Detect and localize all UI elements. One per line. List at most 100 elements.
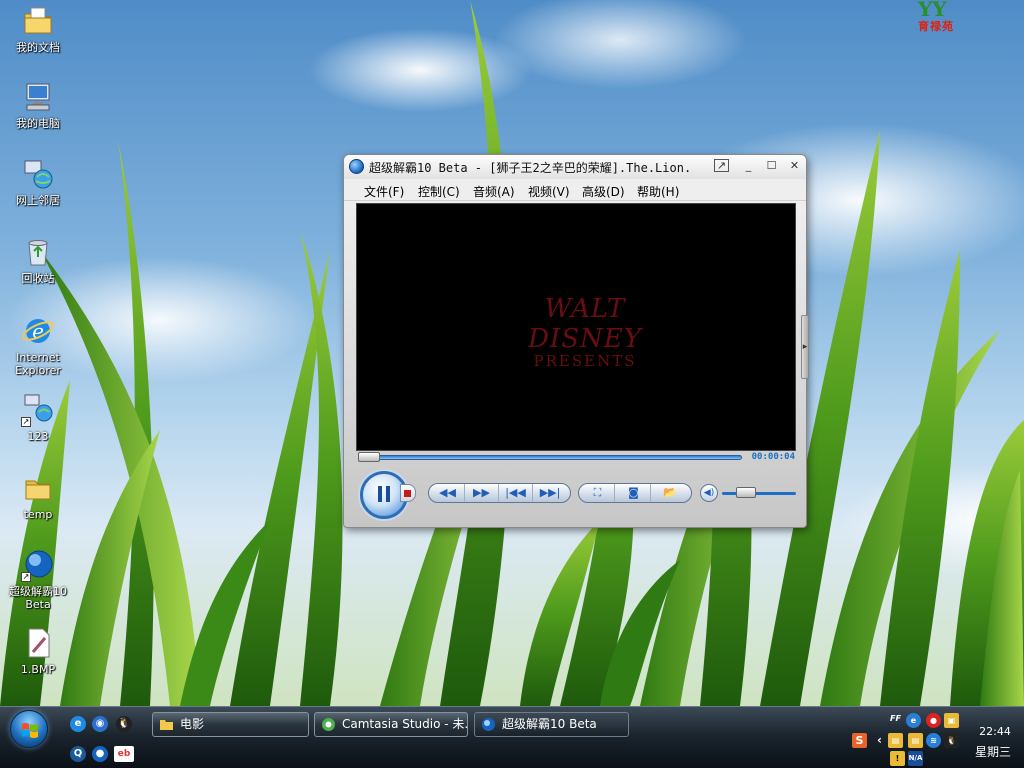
menu-video[interactable]: 视频(V) — [528, 183, 570, 200]
ff-tray-icon[interactable]: FF — [888, 711, 903, 726]
browser-tray-icon[interactable]: e — [906, 713, 921, 728]
menu-audio[interactable]: 音频(A) — [473, 183, 515, 200]
media-quicklaunch-icon[interactable]: ◉ — [92, 716, 108, 732]
tools-group: ⛶ ◙ 📂 — [578, 483, 692, 503]
seek-track[interactable] — [358, 455, 742, 460]
task-button-superplayer[interactable]: 超级解霸10 Beta — [474, 712, 629, 737]
desktop-icon-bmp[interactable]: 1.BMP — [0, 626, 76, 676]
video-text-line2: PRESENTS — [533, 352, 637, 370]
desktop-icon-label: 123 — [27, 430, 49, 443]
recycle-bin-icon — [21, 235, 55, 269]
player-window: 超级解霸10 Beta - [狮子王2之辛巴的荣耀].The.Lion. ↗ _… — [343, 154, 809, 528]
desktop-icon-label: 网上邻居 — [16, 194, 60, 207]
desktop-icon-label: 超级解霸10 Beta — [9, 585, 67, 611]
clock-day[interactable]: 星期三 — [968, 743, 1018, 760]
qq-penguin-icon[interactable]: 🐧 — [116, 716, 132, 732]
menu-help[interactable]: 帮助(H) — [637, 183, 679, 200]
folder-icon — [159, 717, 174, 732]
start-button[interactable] — [10, 710, 48, 748]
desktop-icon-label: 我的文档 — [16, 41, 60, 54]
transport-group: ◀◀ ▶▶ |◀◀ ▶▶| — [428, 483, 571, 503]
title-bar[interactable]: 超级解霸10 Beta - [狮子王2之辛巴的荣耀].The.Lion. ↗ _… — [344, 155, 806, 179]
task-label: Camtasia Studio - 未... — [342, 717, 468, 731]
window-title: 超级解霸10 Beta - [狮子王2之辛巴的荣耀].The.Lion. — [369, 161, 692, 175]
qq-tray-icon[interactable]: 🐧 — [944, 733, 959, 748]
menu-bar: 文件(F) 控制(C) 音频(A) 视频(V) 高级(D) 帮助(H) — [344, 179, 806, 201]
shortcut-arrow-icon: ↗ — [21, 572, 31, 582]
desktop-icon-label: 我的电脑 — [16, 117, 60, 130]
task-button-camtasia[interactable]: Camtasia Studio - 未... — [314, 712, 468, 737]
task-label: 电影 — [180, 717, 205, 731]
camtasia-icon — [321, 717, 336, 732]
close-icon[interactable]: ✕ — [786, 159, 803, 174]
computer-icon — [21, 80, 55, 114]
video-area[interactable]: WALT DISNEY PRESENTS — [356, 203, 796, 451]
internet-explorer-icon: e — [21, 314, 55, 348]
control-panel: ◀◀ ▶▶ |◀◀ ▶▶| ⛶ ◙ 📂 ◀) — [344, 467, 806, 521]
lock-tray-icon[interactable]: ▤ — [888, 733, 903, 748]
chevron-left-icon[interactable]: ‹ — [872, 733, 887, 748]
desktop-icon-123[interactable]: ↗ 123 — [0, 393, 76, 443]
fast-forward-button[interactable]: ▶▶ — [465, 484, 499, 502]
volume-speaker-icon[interactable]: ◀) — [700, 484, 718, 502]
task-label: 超级解霸10 Beta — [502, 717, 597, 731]
folder-documents-icon — [21, 4, 55, 38]
folder-tray-icon[interactable]: ▤ — [908, 733, 923, 748]
network-globe-icon — [21, 157, 55, 191]
snapshot-camera-icon[interactable]: ◙ — [617, 484, 651, 502]
bitmap-file-icon — [21, 626, 55, 660]
video-frame-title: WALT DISNEY PRESENTS — [485, 294, 685, 370]
seek-bar[interactable]: 00:00:04 — [358, 452, 798, 462]
desktop-icon-superplayer[interactable]: ↗ 超级解霸10 Beta — [0, 548, 76, 611]
time-display: 00:00:04 — [751, 452, 795, 462]
shortcut-arrow-icon: ↗ — [21, 417, 31, 427]
fullscreen-icon[interactable]: ⛶ — [581, 484, 615, 502]
desktop-icon-my-documents[interactable]: 我的文档 — [0, 4, 76, 54]
sogou-input-icon[interactable]: S — [852, 733, 867, 748]
desktop-icon-recycle-bin[interactable]: 回收站 — [0, 235, 76, 285]
desktop-icon-label: 回收站 — [21, 272, 55, 285]
previous-button[interactable]: |◀◀ — [499, 484, 533, 502]
desktop-icon-internet-explorer[interactable]: e Internet Explorer — [0, 314, 76, 377]
maximize-icon[interactable]: ☐ — [763, 159, 780, 174]
stop-icon — [404, 490, 411, 497]
desktop-icon-label: Internet Explorer — [15, 351, 61, 377]
desktop-icon-temp[interactable]: temp — [0, 471, 76, 521]
search-quicklaunch-icon[interactable]: Q — [70, 746, 86, 762]
task-button-movies[interactable]: 电影 — [152, 712, 309, 737]
warning-tray-icon[interactable]: ! — [890, 751, 905, 766]
mini-mode-icon[interactable]: ↗ — [714, 159, 729, 172]
ebay-icon[interactable]: eb — [114, 746, 134, 762]
antivirus-tray-icon[interactable]: ● — [926, 713, 941, 728]
globe-tray-icon[interactable]: ≋ — [926, 733, 941, 748]
volume-slider-track[interactable] — [722, 492, 796, 495]
folder-icon — [21, 471, 55, 505]
ie-quicklaunch-icon[interactable]: e — [70, 716, 86, 732]
next-button[interactable]: ▶▶| — [533, 484, 567, 502]
na-tray-icon[interactable]: N/A — [908, 751, 923, 766]
rewind-button[interactable]: ◀◀ — [431, 484, 465, 502]
pause-icon — [378, 486, 391, 502]
volume-slider-thumb[interactable] — [735, 487, 756, 498]
desktop-logo: YY 育禄苑 — [912, 0, 976, 33]
stop-button[interactable] — [400, 484, 416, 502]
playlist-toggle-icon[interactable]: ▸ — [801, 315, 809, 379]
seek-thumb[interactable] — [358, 452, 380, 462]
system-tray: FF e ● ▣ S ‹ ▤ ▤ ≋ 🐧 ! N/A 22:44 星期三 — [846, 709, 1024, 767]
menu-advanced[interactable]: 高级(D) — [582, 183, 625, 200]
desktop-icon-my-computer[interactable]: 我的电脑 — [0, 80, 76, 130]
desktop-icon-label: temp — [23, 508, 53, 521]
open-file-icon[interactable]: 📂 — [653, 484, 687, 502]
minimize-icon[interactable]: _ — [740, 159, 757, 174]
taskbar: e ◉ 🐧 Q ● eb 电影 Camtasia Studio - 未... 超… — [0, 706, 1024, 768]
network-tray-icon[interactable]: ▣ — [944, 713, 959, 728]
player-quicklaunch-icon[interactable]: ● — [92, 746, 108, 762]
player-app-icon[interactable] — [349, 159, 364, 174]
video-text-line1: WALT DISNEY — [528, 294, 642, 354]
clock-time[interactable]: 22:44 — [970, 725, 1020, 738]
player-app-icon — [481, 717, 496, 732]
menu-file[interactable]: 文件(F) — [364, 183, 404, 200]
network-shortcut-icon: ↗ — [21, 393, 55, 427]
menu-control[interactable]: 控制(C) — [418, 183, 460, 200]
desktop-icon-network[interactable]: 网上邻居 — [0, 157, 76, 207]
